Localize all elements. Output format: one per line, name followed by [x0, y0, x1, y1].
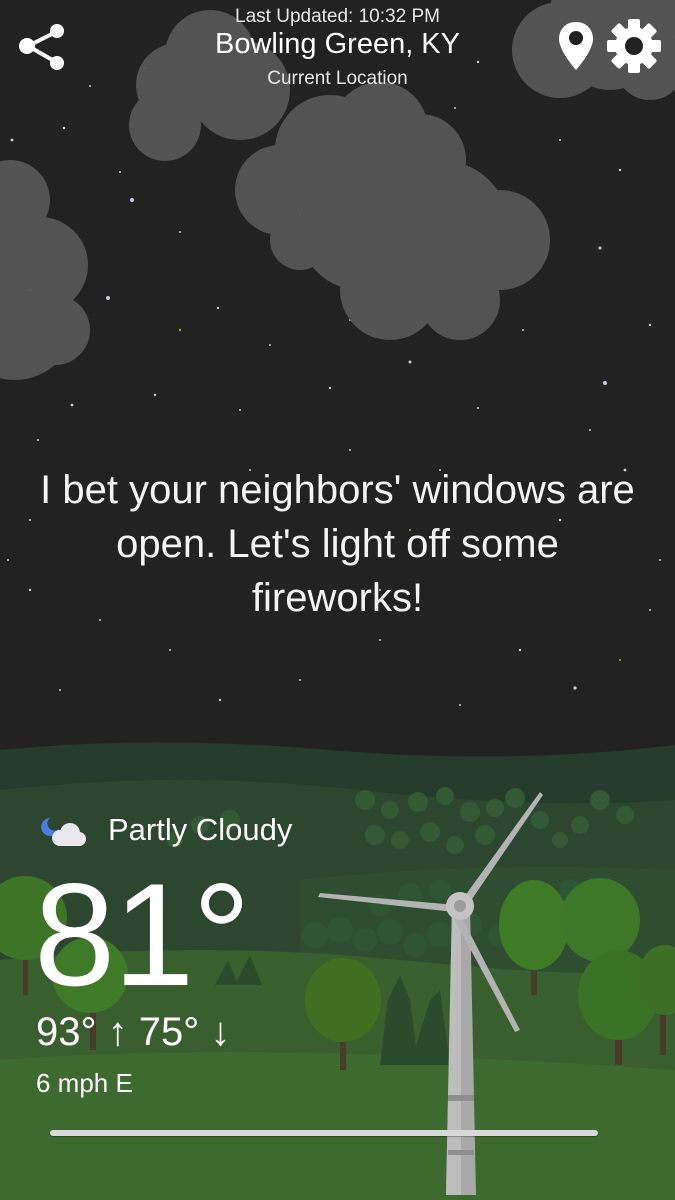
partly-cloudy-night-icon	[40, 812, 88, 852]
condition-label: Partly Cloudy	[108, 812, 293, 847]
current-temperature: 81°	[34, 853, 251, 1016]
wind-speed: 6 mph E	[36, 1068, 133, 1098]
forecast-drawer-handle[interactable]	[50, 1130, 598, 1136]
location-pin-icon[interactable]	[556, 20, 596, 72]
high-low-temperature: 93° ↑ 75° ↓	[36, 1010, 231, 1054]
weather-message: I bet your neighbors' windows are open. …	[40, 468, 635, 620]
gear-icon[interactable]	[606, 18, 662, 74]
header: Last Updated: 10:32 PM Bowling Green, KY…	[0, 0, 675, 100]
